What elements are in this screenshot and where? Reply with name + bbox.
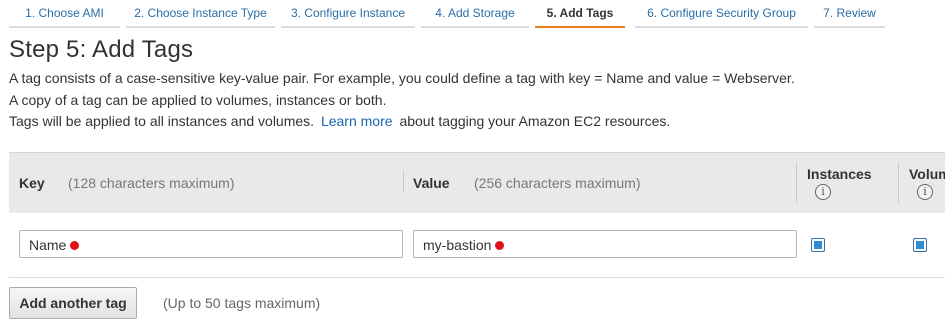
column-divider [403,171,404,193]
description-line-3-suffix: about tagging your Amazon EC2 resources. [399,113,671,129]
description-line-2: A copy of a tag can be applied to volume… [9,92,387,108]
tag-key-value: Name [29,237,67,253]
tab-label: 7. Review [823,6,876,20]
key-column-hint: (128 characters maximum) [68,175,235,191]
description-line-3: Tags will be applied to all instances an… [9,113,670,129]
tag-limit-hint: (Up to 50 tags maximum) [163,295,321,311]
tab-label: 4. Add Storage [435,6,515,20]
tag-key-input[interactable]: Name [19,230,403,258]
instances-column-header: Instances [807,166,872,182]
required-indicator-icon [495,240,505,250]
volumes-column-header: Volumes [909,166,945,182]
tab-choose-instance-type[interactable]: 2. Choose Instance Type [126,0,275,28]
page-title: Step 5: Add Tags [9,36,194,63]
column-divider [796,163,797,203]
tab-choose-ami[interactable]: 1. Choose AMI [9,0,120,28]
tag-value-input[interactable]: my-bastion [413,230,797,258]
tab-label: 1. Choose AMI [25,6,104,20]
checkbox-checked-indicator [916,241,924,249]
tab-label: 3. Configure Instance [290,6,406,20]
tab-label: 2. Choose Instance Type [134,6,267,20]
tags-table-header: Key (128 characters maximum) Value (256 … [9,152,945,214]
value-column-header: Value [413,175,450,191]
instances-info-icon[interactable]: i [815,184,831,200]
volumes-info-icon[interactable]: i [917,184,933,200]
tab-add-storage[interactable]: 4. Add Storage [421,0,529,28]
instances-checkbox[interactable] [811,238,825,252]
tag-value-value: my-bastion [423,237,492,253]
tab-review[interactable]: 7. Review [814,0,885,28]
volumes-checkbox[interactable] [913,238,927,252]
wizard-steps: 1. Choose AMI 2. Choose Instance Type 3.… [0,0,945,30]
description-line-3-prefix: Tags will be applied to all instances an… [9,113,315,129]
checkbox-checked-indicator [814,241,822,249]
tab-configure-instance[interactable]: 3. Configure Instance [281,0,415,28]
add-another-tag-button[interactable]: Add another tag [9,287,137,319]
column-divider [898,163,899,203]
tab-configure-security-group[interactable]: 6. Configure Security Group [635,0,808,28]
table-row: Name my-bastion [9,213,945,278]
tab-add-tags[interactable]: 5. Add Tags [535,0,625,28]
tab-label: 5. Add Tags [546,6,614,20]
key-column-header: Key [19,175,45,191]
learn-more-link[interactable]: Learn more [321,113,393,129]
tab-label: 6. Configure Security Group [647,6,796,20]
value-column-hint: (256 characters maximum) [474,175,641,191]
required-indicator-icon [70,240,80,250]
description-line-1: A tag consists of a case-sensitive key-v… [9,70,795,86]
